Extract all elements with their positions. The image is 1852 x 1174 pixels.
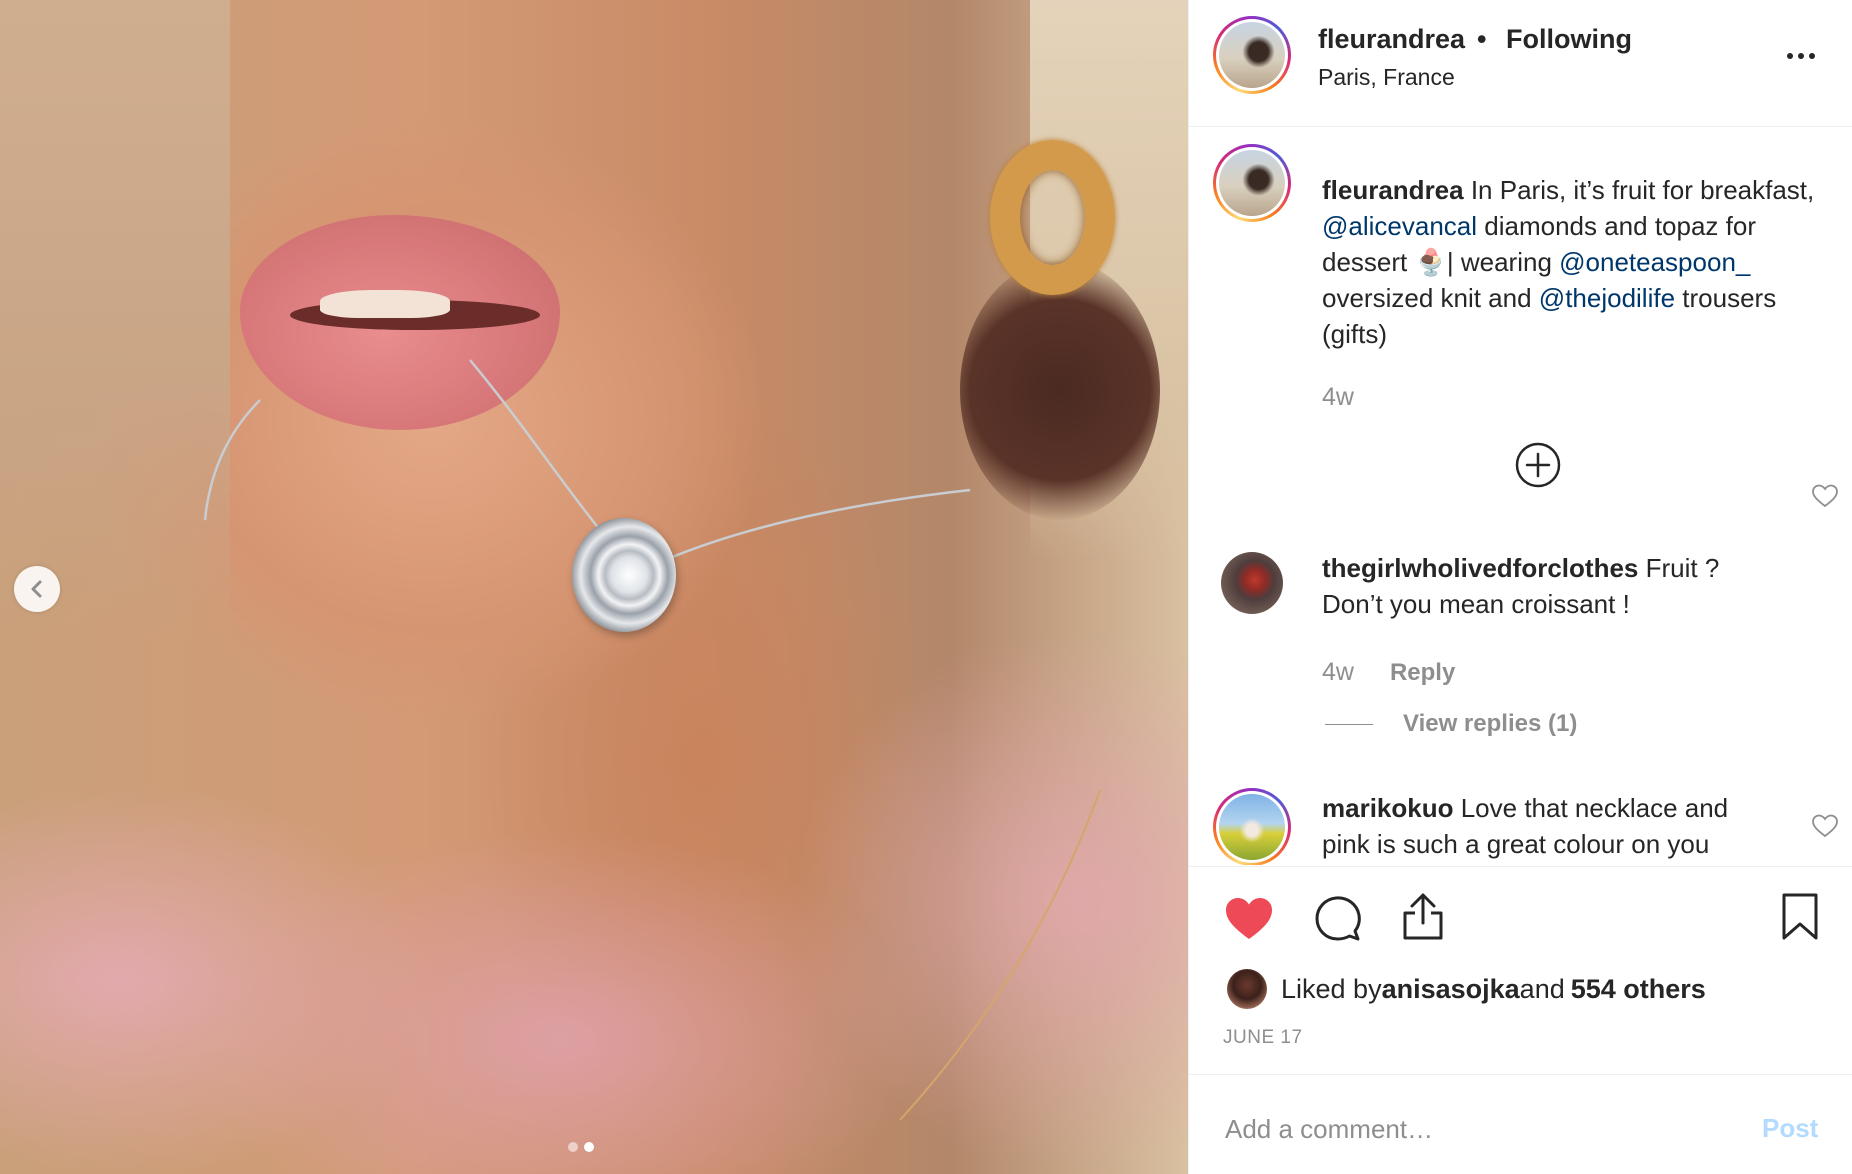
more-options-button[interactable]	[1781, 44, 1821, 68]
view-replies-button[interactable]: View replies (1)	[1325, 710, 1577, 738]
liker-username[interactable]: anisasojka	[1382, 974, 1520, 1005]
caption-author-avatar[interactable]	[1213, 144, 1291, 222]
author-avatar[interactable]	[1213, 16, 1291, 94]
comment: marikokuo Love that necklace and pink is…	[1322, 790, 1782, 862]
heart-filled-icon[interactable]	[1223, 895, 1275, 943]
post-comment-button[interactable]: Post	[1762, 1113, 1818, 1144]
post-actions: Liked by anisasojka and 554 others JUNE …	[1189, 866, 1852, 1074]
bookmark-icon[interactable]	[1779, 891, 1821, 943]
likes-summary[interactable]: Liked by anisasojka and 554 others	[1227, 969, 1706, 1009]
likes-middle: and	[1519, 973, 1565, 1004]
mention-link[interactable]: @alicevancal	[1322, 211, 1477, 241]
comment-timestamp[interactable]: 4w	[1322, 658, 1354, 687]
comment-icon[interactable]	[1313, 893, 1363, 943]
heart-outline-icon[interactable]	[1811, 483, 1839, 509]
commenter-avatar[interactable]	[1213, 788, 1291, 865]
carousel-indicator	[568, 1142, 594, 1152]
share-icon[interactable]	[1399, 891, 1447, 943]
add-circle-icon[interactable]	[1513, 440, 1563, 490]
caption-timestamp[interactable]: 4w	[1322, 383, 1354, 412]
carousel-dot	[568, 1142, 578, 1152]
comment-input[interactable]	[1225, 1109, 1705, 1149]
view-replies-label: View replies (1)	[1403, 710, 1578, 737]
heart-outline-icon[interactable]	[1811, 813, 1839, 839]
more-icon	[1787, 53, 1793, 59]
mention-link[interactable]: @oneteaspoon_	[1559, 247, 1750, 277]
likes-others-count[interactable]: 554 others	[1571, 974, 1706, 1005]
post-image[interactable]	[0, 0, 1188, 1174]
comment-meta: 4w Reply	[1322, 658, 1455, 687]
author-username[interactable]: fleurandrea	[1318, 24, 1465, 55]
replies-divider	[1325, 723, 1373, 725]
liker-avatar[interactable]	[1227, 969, 1267, 1009]
post-date[interactable]: JUNE 17	[1223, 1027, 1303, 1049]
previous-image-button[interactable]	[14, 566, 60, 612]
likes-prefix: Liked by	[1281, 973, 1382, 1004]
add-comment-bar: Post	[1189, 1074, 1852, 1174]
caption-username[interactable]: fleurandrea	[1322, 175, 1464, 205]
comments-section[interactable]: fleurandrea In Paris, it’s fruit for bre…	[1189, 128, 1852, 865]
commenter-avatar[interactable]	[1221, 552, 1283, 614]
dessert-emoji: 🍨	[1414, 247, 1447, 277]
comment-username[interactable]: marikokuo	[1322, 793, 1454, 823]
reply-button[interactable]: Reply	[1390, 659, 1455, 687]
carousel-dot-active	[584, 1142, 594, 1152]
post-header: fleurandrea • Following Paris, France	[1189, 0, 1852, 127]
following-button[interactable]: Following	[1506, 24, 1632, 55]
post-side-panel: fleurandrea • Following Paris, France fl…	[1188, 0, 1852, 1174]
image-pendant	[572, 518, 676, 632]
comment: thegirlwholivedforclothes Fruit ? Don’t …	[1322, 550, 1782, 622]
post-caption: fleurandrea In Paris, it’s fruit for bre…	[1322, 175, 1815, 349]
comment-username[interactable]: thegirlwholivedforclothes	[1322, 553, 1638, 583]
header-separator: •	[1477, 24, 1487, 54]
chevron-left-icon	[31, 580, 42, 598]
mention-link[interactable]: @thejodilife	[1539, 283, 1675, 313]
post-location[interactable]: Paris, France	[1318, 64, 1455, 91]
